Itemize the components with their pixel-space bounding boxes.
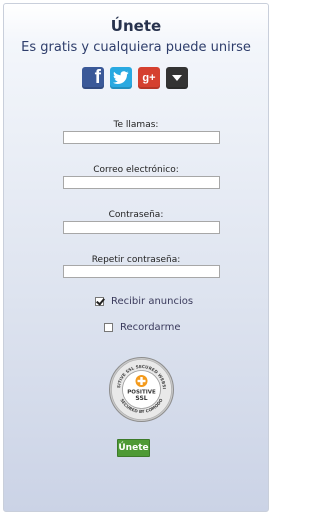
more-dropdown-icon[interactable] bbox=[166, 67, 188, 89]
repeat-password-label: Repetir contraseña: bbox=[91, 255, 181, 265]
seal-middle-line2: SSL bbox=[135, 395, 147, 402]
join-button[interactable]: Únete bbox=[117, 439, 150, 457]
facebook-icon[interactable]: f bbox=[82, 67, 104, 89]
email-input[interactable] bbox=[63, 176, 220, 189]
twitter-icon[interactable] bbox=[110, 67, 132, 89]
remember-checkbox[interactable] bbox=[104, 323, 113, 332]
facebook-glyph: f bbox=[94, 67, 101, 88]
page-title: Únete bbox=[110, 17, 162, 35]
name-input[interactable] bbox=[63, 131, 220, 144]
googleplus-glyph: g+ bbox=[142, 72, 156, 84]
twitter-bird-shape bbox=[113, 71, 129, 84]
signup-panel: Únete Es gratis y cualquiera puede unirs… bbox=[3, 3, 269, 512]
chevron-down-icon bbox=[172, 75, 182, 81]
name-label: Te llamas: bbox=[113, 120, 159, 130]
password-label: Contraseña: bbox=[108, 210, 164, 220]
positive-ssl-seal: POSITIVE SSL SECURED WEBSITE SECURED BY … bbox=[108, 356, 174, 422]
receive-ads-label: Recibir anuncios bbox=[111, 296, 194, 307]
repeat-password-input[interactable] bbox=[63, 265, 220, 278]
page-subtitle: Es gratis y cualquiera puede unirse bbox=[21, 40, 251, 55]
social-buttons: f g+ bbox=[82, 67, 188, 89]
receive-ads-row[interactable]: Recibir anuncios bbox=[95, 296, 193, 307]
remember-label: Recordarme bbox=[120, 322, 181, 333]
password-input[interactable] bbox=[63, 221, 220, 234]
remember-row[interactable]: Recordarme bbox=[104, 322, 181, 333]
googleplus-icon[interactable]: g+ bbox=[138, 67, 160, 89]
receive-ads-checkbox[interactable] bbox=[95, 297, 104, 306]
email-label: Correo electrónico: bbox=[93, 165, 179, 175]
